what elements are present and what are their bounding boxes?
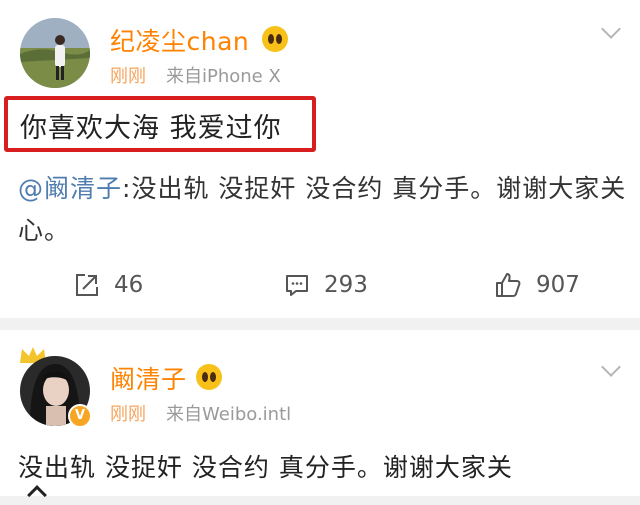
reposted-content[interactable]: @阚清子:没出轨 没捉奸 没合约 真分手。谢谢大家关心。: [18, 168, 628, 252]
emoji-icon: [196, 364, 222, 390]
share-icon: [76, 274, 98, 296]
chevron-down-icon[interactable]: [601, 19, 621, 39]
post-source: 来自Weibo.intl: [166, 404, 292, 425]
verified-badge-icon: V: [68, 404, 92, 428]
user-avatar[interactable]: [20, 18, 90, 88]
comment-icon: [286, 275, 308, 296]
comment-count: 293: [324, 272, 368, 298]
post-source: 来自iPhone X: [166, 66, 281, 87]
thumbs-up-icon: [496, 273, 521, 297]
repost-count: 46: [114, 272, 144, 298]
username[interactable]: 纪凌尘chan: [110, 22, 249, 58]
repost-button[interactable]: 46: [74, 268, 143, 302]
comment-button[interactable]: 293: [284, 268, 368, 302]
emoji-icon: [262, 26, 288, 52]
weibo-post-card: 纪凌尘chan 刚刚 来自iPhone X 你喜欢大海 我爱过你 @阚清子:没出…: [0, 0, 640, 318]
post-time: 刚刚: [110, 404, 146, 425]
mention-link[interactable]: @阚清子: [18, 174, 122, 203]
like-count: 907: [536, 272, 580, 298]
post-time: 刚刚: [110, 66, 146, 87]
post-text: 你喜欢大海 我爱过你: [20, 113, 282, 144]
like-button[interactable]: 907: [494, 268, 580, 302]
username[interactable]: 阚清子: [110, 360, 187, 396]
post-text: 没出轨 没捉奸 没合约 真分手。谢谢大家关: [18, 453, 513, 482]
